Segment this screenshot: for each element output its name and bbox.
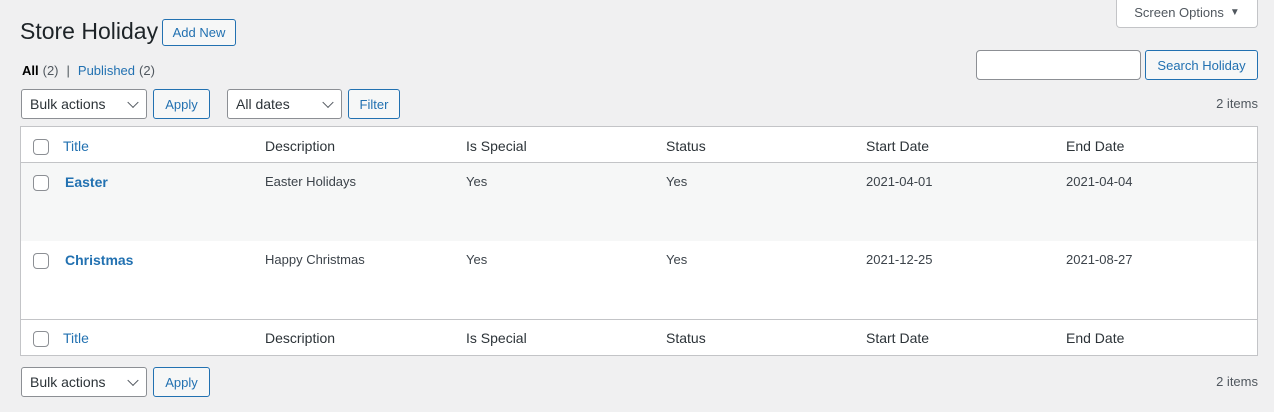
- row-end-date: 2021-08-27: [1066, 252, 1133, 267]
- view-separator: |: [66, 63, 70, 78]
- row-is-special: Yes: [466, 252, 488, 267]
- chevron-down-icon: [127, 96, 139, 109]
- bulk-actions-select[interactable]: Bulk actions: [21, 89, 147, 119]
- table-footer: Title Description Is Special Status Star…: [21, 319, 1257, 355]
- holiday-table: Title Description Is Special Status Star…: [20, 126, 1258, 356]
- row-description: Happy Christmas: [265, 252, 365, 267]
- triangle-down-icon: ▼: [1229, 7, 1240, 18]
- screen-options-label: Screen Options: [1134, 5, 1224, 20]
- apply-button-bottom[interactable]: Apply: [153, 367, 210, 397]
- filter-button[interactable]: Filter: [348, 89, 400, 119]
- column-description: Description: [265, 138, 336, 154]
- bulk-actions-value-bottom: Bulk actions: [30, 374, 106, 390]
- column-start-date: Start Date: [866, 138, 930, 154]
- view-published-link[interactable]: Published: [78, 63, 135, 78]
- column-status-footer: Status: [666, 330, 706, 346]
- column-start-date-footer: Start Date: [866, 330, 930, 346]
- bulk-actions-value: Bulk actions: [30, 96, 106, 112]
- column-title-sort-link-footer[interactable]: Title: [63, 330, 89, 346]
- table-row: Christmas Happy Christmas Yes Yes 2021-1…: [21, 241, 1257, 319]
- column-end-date-footer: End Date: [1066, 330, 1125, 346]
- row-is-special: Yes: [466, 174, 488, 189]
- select-all-checkbox[interactable]: [33, 139, 49, 155]
- column-is-special: Is Special: [466, 138, 527, 154]
- items-count: 2 items: [1216, 96, 1258, 111]
- row-checkbox[interactable]: [33, 253, 49, 269]
- column-is-special-footer: Is Special: [466, 330, 527, 346]
- view-all-link[interactable]: All: [22, 63, 39, 78]
- row-end-date: 2021-04-04: [1066, 174, 1133, 189]
- items-count-bottom: 2 items: [1216, 374, 1258, 389]
- row-checkbox[interactable]: [33, 175, 49, 191]
- column-end-date: End Date: [1066, 138, 1125, 154]
- view-published-count: (2): [139, 63, 155, 78]
- table-row: Easter Easter Holidays Yes Yes 2021-04-0…: [21, 163, 1257, 241]
- search-input[interactable]: [976, 50, 1141, 80]
- dates-value: All dates: [236, 96, 290, 112]
- view-all-count: (2): [42, 63, 59, 78]
- bulk-actions-select-bottom[interactable]: Bulk actions: [21, 367, 147, 397]
- row-title-link[interactable]: Christmas: [65, 252, 133, 268]
- dates-select[interactable]: All dates: [227, 89, 342, 119]
- page-title: Store Holiday: [20, 18, 159, 44]
- search-holiday-button[interactable]: Search Holiday: [1145, 50, 1258, 80]
- row-start-date: 2021-12-25: [866, 252, 933, 267]
- column-title-sort-link[interactable]: Title: [63, 138, 89, 154]
- chevron-down-icon: [127, 374, 139, 387]
- row-description: Easter Holidays: [265, 174, 357, 189]
- table-header: Title Description Is Special Status Star…: [21, 127, 1257, 163]
- chevron-down-icon: [322, 96, 334, 109]
- row-start-date: 2021-04-01: [866, 174, 933, 189]
- select-all-checkbox-footer[interactable]: [33, 331, 49, 347]
- apply-button[interactable]: Apply: [153, 89, 210, 119]
- column-description-footer: Description: [265, 330, 336, 346]
- row-status: Yes: [666, 174, 688, 189]
- screen-options-button[interactable]: Screen Options ▼: [1116, 0, 1258, 28]
- row-status: Yes: [666, 252, 688, 267]
- row-title-link[interactable]: Easter: [65, 174, 108, 190]
- column-status: Status: [666, 138, 706, 154]
- status-views: All (2) | Published (2): [22, 63, 155, 78]
- add-new-button[interactable]: Add New: [162, 19, 236, 46]
